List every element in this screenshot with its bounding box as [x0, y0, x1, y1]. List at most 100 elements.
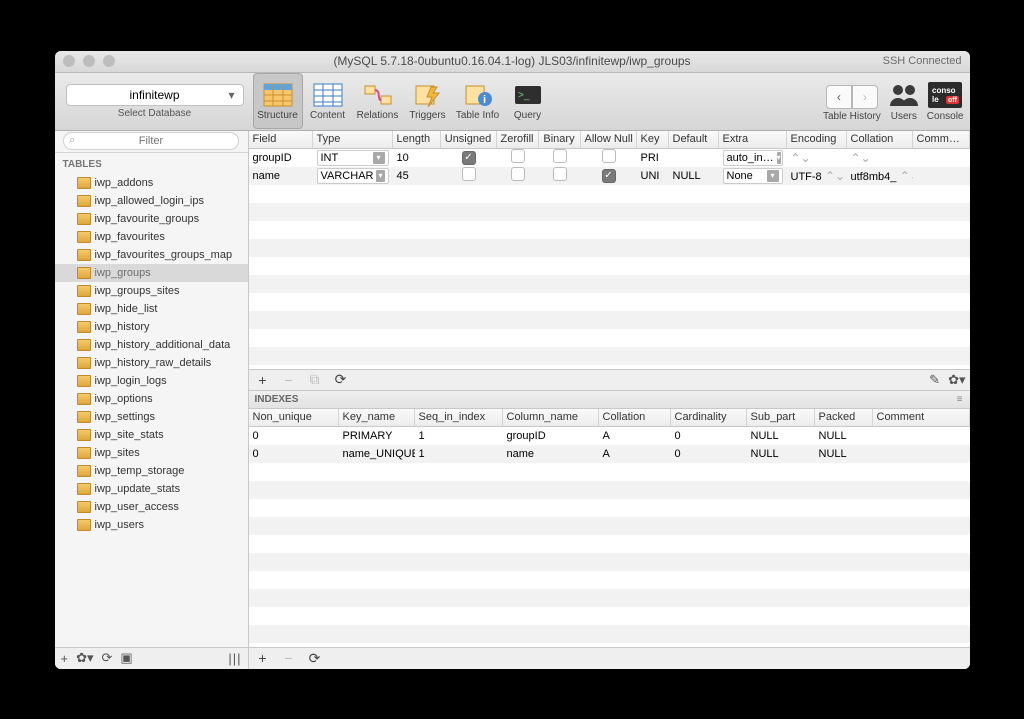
columns-settings-button[interactable]: ✿▾	[948, 372, 965, 388]
table-icon	[77, 213, 91, 225]
svg-text:>_: >_	[518, 90, 530, 101]
column-header[interactable]: Length	[393, 131, 441, 148]
toolbar-triggers-button[interactable]: Triggers	[403, 73, 453, 129]
checkbox[interactable]	[511, 167, 525, 181]
remove-index-button[interactable]: −	[279, 650, 299, 666]
database-selector[interactable]: infinitewp	[66, 84, 244, 106]
column-row[interactable]: groupIDINT▾10✓PRIauto_in…▾ ⌃⌄ ⌃⌄	[249, 149, 970, 167]
table-item[interactable]: iwp_sites	[55, 444, 248, 462]
history-forward-button[interactable]: ›	[852, 85, 878, 109]
history-back-button[interactable]: ‹	[826, 85, 852, 109]
table-name: iwp_history	[95, 321, 150, 333]
toolbar-content-button[interactable]: Content	[303, 73, 353, 129]
table-item[interactable]: iwp_allowed_login_ips	[55, 192, 248, 210]
dropdown[interactable]: None▾	[723, 168, 783, 184]
indexes-menu-icon[interactable]: ≡	[957, 394, 964, 405]
dropdown[interactable]: INT▾	[317, 150, 389, 166]
table-item[interactable]: iwp_login_logs	[55, 372, 248, 390]
index-header[interactable]: Comment	[873, 409, 970, 426]
index-header[interactable]: Seq_in_index	[415, 409, 503, 426]
sidebar-resize-handle[interactable]: |||	[228, 651, 241, 666]
checkbox[interactable]	[553, 167, 567, 181]
table-name: iwp_login_logs	[95, 375, 167, 387]
table-item[interactable]: iwp_options	[55, 390, 248, 408]
table-icon	[77, 285, 91, 297]
column-header[interactable]: Binary	[539, 131, 581, 148]
users-button[interactable]: Users	[887, 81, 921, 122]
table-actions-button[interactable]: ✿▾	[76, 650, 93, 666]
checkbox[interactable]	[553, 149, 567, 163]
index-header[interactable]: Cardinality	[671, 409, 747, 426]
table-item[interactable]: iwp_settings	[55, 408, 248, 426]
index-header[interactable]: Column_name	[503, 409, 599, 426]
column-header[interactable]: Key	[637, 131, 669, 148]
filter-input[interactable]	[63, 132, 239, 150]
column-header[interactable]: Zerofill	[497, 131, 539, 148]
checkbox[interactable]	[462, 167, 476, 181]
refresh-tables-button[interactable]: ⟳	[102, 650, 113, 666]
index-header[interactable]: Sub_part	[747, 409, 815, 426]
index-row[interactable]: 0name_UNIQUE1nameA0NULLNULL	[249, 445, 970, 463]
column-header[interactable]: Type	[313, 131, 393, 148]
column-header[interactable]: Comm…	[913, 131, 970, 148]
table-item[interactable]: iwp_favourites_groups_map	[55, 246, 248, 264]
table-name: iwp_hide_list	[95, 303, 158, 315]
table-item[interactable]: iwp_history	[55, 318, 248, 336]
columns-header-row: FieldTypeLengthUnsignedZerofillBinaryAll…	[249, 131, 970, 149]
index-header[interactable]: Key_name	[339, 409, 415, 426]
checkbox[interactable]: ✓	[602, 169, 616, 183]
add-table-button[interactable]: +	[61, 651, 69, 666]
table-item[interactable]: iwp_groups	[55, 264, 248, 282]
table-name: iwp_favourites	[95, 231, 165, 243]
table-item[interactable]: iwp_favourites	[55, 228, 248, 246]
indexes-grid[interactable]: 0PRIMARY1groupIDA0NULLNULL0name_UNIQUE1n…	[249, 427, 970, 463]
checkbox[interactable]	[602, 149, 616, 163]
table-item[interactable]: iwp_update_stats	[55, 480, 248, 498]
toolbar-structure-button[interactable]: Structure	[253, 73, 303, 129]
table-name: iwp_groups_sites	[95, 285, 180, 297]
table-item[interactable]: iwp_user_access	[55, 498, 248, 516]
column-row[interactable]: nameVARCHAR▾45✓UNINULLNone▾UTF-8 ⌃⌄utf8m…	[249, 167, 970, 185]
table-item[interactable]: iwp_users	[55, 516, 248, 534]
duplicate-column-button[interactable]: ⧉	[305, 371, 325, 388]
table-item[interactable]: iwp_history_additional_data	[55, 336, 248, 354]
add-column-button[interactable]: +	[253, 372, 273, 388]
table-item[interactable]: iwp_hide_list	[55, 300, 248, 318]
index-header[interactable]: Non_unique	[249, 409, 339, 426]
toolbar-relations-button[interactable]: Relations	[353, 73, 403, 129]
table-item[interactable]: iwp_site_stats	[55, 426, 248, 444]
column-header[interactable]: Default	[669, 131, 719, 148]
add-index-button[interactable]: +	[253, 650, 273, 666]
dropdown[interactable]: VARCHAR▾	[317, 168, 389, 184]
table-item[interactable]: iwp_groups_sites	[55, 282, 248, 300]
table-item[interactable]: iwp_history_raw_details	[55, 354, 248, 372]
toolbar-tableinfo-button[interactable]: iTable Info	[453, 73, 503, 129]
column-header[interactable]: Encoding	[787, 131, 847, 148]
refresh-indexes-button[interactable]: ⟳	[305, 650, 325, 667]
columns-grid[interactable]: groupIDINT▾10✓PRIauto_in…▾ ⌃⌄ ⌃⌄nameVARC…	[249, 149, 970, 185]
column-header[interactable]: Collation	[847, 131, 913, 148]
column-header[interactable]: Field	[249, 131, 313, 148]
index-row[interactable]: 0PRIMARY1groupIDA0NULLNULL	[249, 427, 970, 445]
column-header[interactable]: Allow Null	[581, 131, 637, 148]
table-item[interactable]: iwp_temp_storage	[55, 462, 248, 480]
remove-column-button[interactable]: −	[279, 372, 299, 388]
toggle-info-button[interactable]: ▣	[120, 650, 132, 666]
checkbox[interactable]	[511, 149, 525, 163]
refresh-columns-button[interactable]: ⟳	[331, 371, 351, 388]
edit-columns-button[interactable]: ✎	[929, 372, 940, 388]
column-header[interactable]: Extra	[719, 131, 787, 148]
table-name: iwp_favourite_groups	[95, 213, 200, 225]
index-header[interactable]: Collation	[599, 409, 671, 426]
relations-label: Relations	[357, 110, 399, 121]
index-header[interactable]: Packed	[815, 409, 873, 426]
checkbox[interactable]: ✓	[462, 151, 476, 165]
column-header[interactable]: Unsigned	[441, 131, 497, 148]
toolbar-query-button[interactable]: >_Query	[503, 73, 553, 129]
table-icon	[77, 501, 91, 513]
table-name: iwp_update_stats	[95, 483, 181, 495]
console-button[interactable]: consoleoff Console	[927, 81, 964, 122]
table-item[interactable]: iwp_addons	[55, 174, 248, 192]
table-item[interactable]: iwp_favourite_groups	[55, 210, 248, 228]
dropdown[interactable]: auto_in…▾	[723, 150, 783, 166]
